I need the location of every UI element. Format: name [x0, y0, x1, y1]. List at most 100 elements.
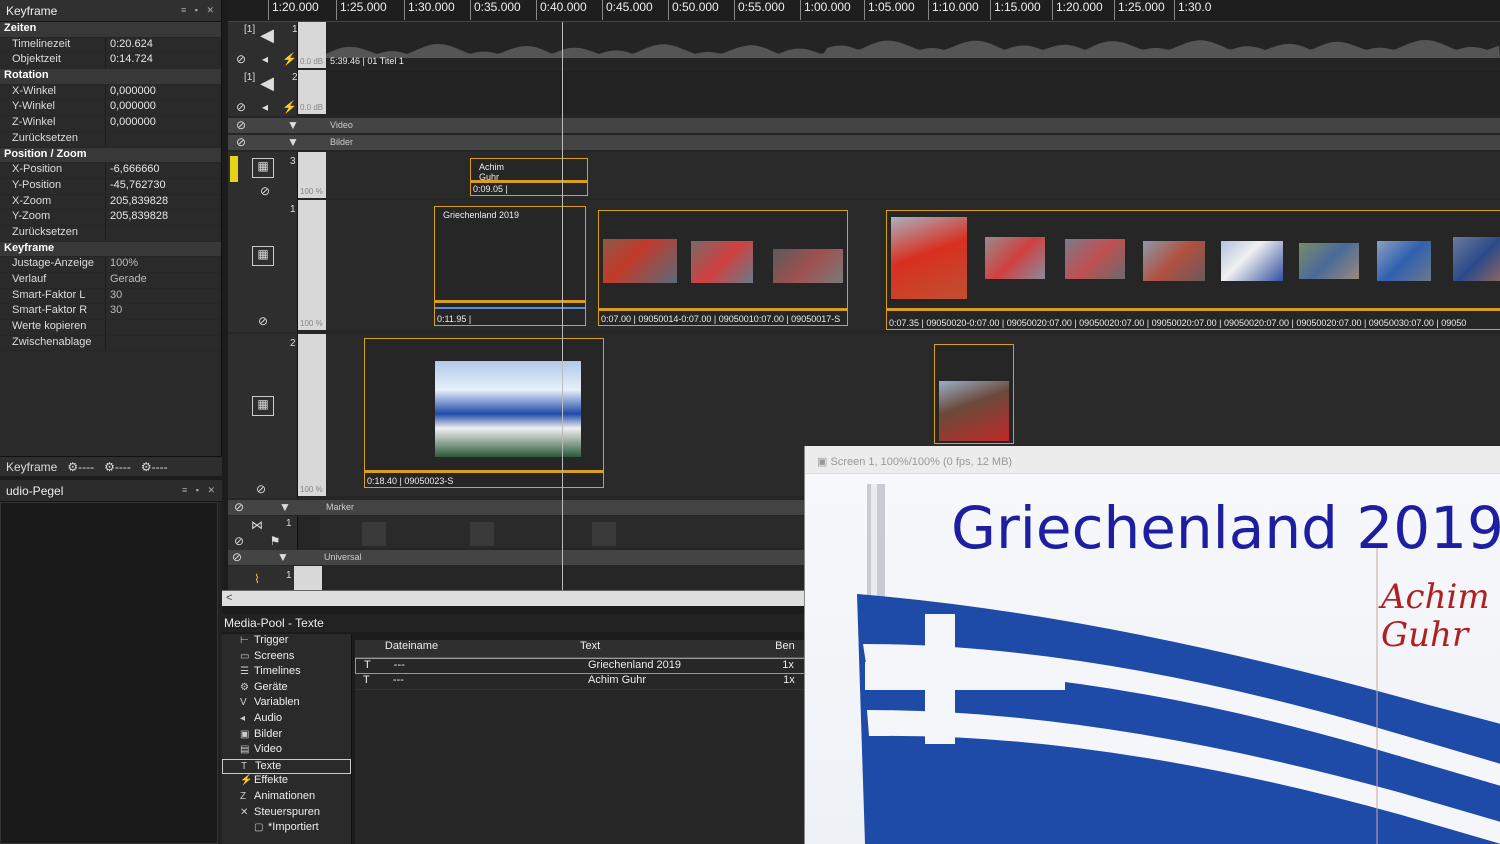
bilder-bar[interactable]: ⊘ ▼ Bilder	[228, 135, 1500, 150]
tree-item-timelines[interactable]: ☰ Timelines	[222, 665, 351, 681]
property-value[interactable]: 30	[106, 289, 122, 304]
preview-author-text[interactable]: Achim Guhr	[1381, 578, 1490, 654]
gear-icon[interactable]: ⚙----	[67, 460, 94, 474]
image-track-2-scale[interactable]: 100 %	[298, 334, 326, 496]
property-row[interactable]: Smart-Faktor L 30	[0, 288, 221, 305]
text-clip-griechenland[interactable]: Griechenland 2019 0:11.95 |	[434, 206, 586, 326]
gear-icon[interactable]: ⚙----	[141, 460, 168, 474]
preview-canvas[interactable]: Griechenland 2019 Achim Guhr	[805, 474, 1500, 844]
collapse-icon[interactable]: ▼	[276, 550, 290, 564]
property-value[interactable]: Gerade	[106, 273, 147, 288]
property-row[interactable]: X-Position -6,666660	[0, 163, 221, 179]
property-value[interactable]	[106, 320, 110, 335]
property-value[interactable]: 0:20.624	[106, 38, 153, 53]
preview-title-text[interactable]: Griechenland 2019	[951, 494, 1500, 562]
panel-window-buttons[interactable]: ≡ ▪ ✕	[181, 5, 217, 16]
tab-keyframe[interactable]: Keyframe	[6, 460, 57, 474]
property-value[interactable]: 205,839828	[106, 210, 168, 225]
mute-icon[interactable]: ⊘	[234, 52, 248, 66]
image-clip-group-b[interactable]: 0:07.35 | 09050020-0:07.00 | 09050020:07…	[886, 210, 1500, 330]
tree-item-effekte[interactable]: ⚡ Effekte	[222, 774, 351, 790]
property-value[interactable]: 205,839828	[106, 195, 168, 210]
tree-item-animationen[interactable]: Z Animationen	[222, 790, 351, 806]
image-clip-group-a[interactable]: 0:07.00 | 09050014-0:07.00 | 09050010:07…	[598, 210, 848, 326]
property-row[interactable]: Timelinezeit 0:20.624	[0, 37, 221, 54]
property-value[interactable]: 0:14.724	[106, 53, 153, 68]
mute-icon[interactable]: ⊘	[232, 500, 246, 514]
tree-item-gerte[interactable]: ⚙ Geräte	[222, 681, 351, 697]
column-filename[interactable]: Dateiname	[385, 640, 580, 657]
property-value[interactable]: -6,666660	[106, 163, 160, 178]
mute-icon[interactable]: ⊘	[234, 118, 248, 132]
audio-lane-1[interactable]: 5:39.46 | 01 Titel 1	[326, 22, 1500, 68]
audio-volume-scale[interactable]: 0.0 dB	[298, 70, 326, 114]
speaker-icon[interactable]: ◀	[260, 26, 274, 44]
property-section[interactable]: Rotation	[0, 69, 221, 85]
marker-icon[interactable]: ⋈	[250, 518, 264, 532]
property-value[interactable]	[106, 132, 110, 147]
property-section[interactable]: Zeiten	[0, 22, 221, 38]
image-lane-1[interactable]: Griechenland 2019 0:11.95 | 0:07.00 | 09…	[326, 200, 1500, 330]
timeline-scrollbar[interactable]: <	[222, 590, 812, 606]
mute-icon[interactable]: ⊘	[258, 184, 272, 198]
playhead[interactable]	[562, 22, 563, 592]
text-clip-achim-guhr[interactable]: Achim Guhr 0:09.05 |	[470, 158, 588, 196]
image-clip-portrait[interactable]	[934, 344, 1014, 444]
property-row[interactable]: Objektzeit 0:14.724	[0, 53, 221, 70]
property-value[interactable]: -45,762730	[106, 179, 166, 194]
property-value[interactable]	[106, 226, 110, 241]
flag-icon[interactable]: ⚑	[268, 534, 282, 548]
tree-item-audio[interactable]: ◂ Audio	[222, 712, 351, 728]
property-row[interactable]: Z-Winkel 0,000000	[0, 116, 221, 132]
mute-icon[interactable]: ⊘	[254, 482, 268, 496]
property-section[interactable]: Position / Zoom	[0, 147, 221, 164]
audio-lane-2[interactable]	[326, 70, 1500, 114]
property-row[interactable]: Zwischenablage	[0, 335, 221, 352]
column-usage[interactable]: Ben	[775, 640, 805, 657]
property-row[interactable]: Smart-Faktor R 30	[0, 304, 221, 321]
curve-icon[interactable]: ⌇	[250, 572, 264, 586]
tree-item-texte[interactable]: T Texte	[222, 758, 351, 775]
image-track-3-scale[interactable]: 100 %	[298, 152, 326, 198]
speaker-icon[interactable]: ◀	[260, 74, 274, 92]
media-pool-row[interactable]: T --- Achim Guhr 1x	[355, 674, 805, 690]
tree-item-video[interactable]: ▤ Video	[222, 743, 351, 759]
property-value[interactable]: 100%	[106, 257, 138, 272]
property-row[interactable]: X-Winkel 0,000000	[0, 84, 221, 101]
property-value[interactable]: 30	[106, 304, 122, 319]
property-value[interactable]: 0,000000	[106, 100, 156, 115]
panel-window-buttons[interactable]: ≡ ▪ ✕	[182, 485, 218, 496]
collapse-icon[interactable]: ▼	[286, 135, 300, 149]
property-value[interactable]	[106, 336, 110, 351]
image-track-icon[interactable]: ▦	[252, 246, 274, 266]
tree-item-bilder[interactable]: ▣ Bilder	[222, 728, 351, 744]
collapse-icon[interactable]: ▼	[286, 118, 300, 132]
marker[interactable]	[592, 522, 616, 546]
property-row[interactable]: Zurücksetzen	[0, 225, 221, 242]
collapse-icon[interactable]: ▼	[278, 500, 292, 514]
property-row[interactable]: Werte kopieren	[0, 320, 221, 336]
speaker-small-icon[interactable]: ◂	[258, 52, 272, 66]
property-value[interactable]: 0,000000	[106, 85, 156, 100]
property-section[interactable]: Keyframe	[0, 241, 221, 258]
preview-window-title[interactable]: ▣ Screen 1, 100%/100% (0 fps, 12 MB)	[805, 446, 1500, 474]
mute-icon[interactable]: ⊘	[230, 550, 244, 564]
property-row[interactable]: X-Zoom 205,839828	[0, 194, 221, 211]
property-row[interactable]: Y-Position -45,762730	[0, 178, 221, 195]
property-row[interactable]: Verlauf Gerade	[0, 273, 221, 289]
tree-item-steuerspuren[interactable]: ✕ Steuerspuren	[222, 806, 351, 822]
property-row[interactable]: Justage-Anzeige 100%	[0, 257, 221, 273]
lightning-icon[interactable]: ⚡	[282, 100, 297, 114]
image-track-icon[interactable]: ▦	[252, 158, 274, 178]
mute-icon[interactable]: ⊘	[234, 135, 248, 149]
mute-icon[interactable]: ⊘	[234, 100, 248, 114]
image-lane-3[interactable]: Achim Guhr 0:09.05 |	[326, 152, 1500, 198]
tree-item-variablen[interactable]: V Variablen	[222, 696, 351, 712]
tree-item-screens[interactable]: ▭ Screens	[222, 650, 351, 666]
property-row[interactable]: Y-Zoom 205,839828	[0, 210, 221, 226]
timeline-ruler[interactable]: 1:20.000 1:25.000 1:30.000 0:35.000 0:40.000…	[228, 0, 1500, 22]
image-track-icon[interactable]: ▦	[252, 396, 274, 416]
property-row[interactable]: Y-Winkel 0,000000	[0, 100, 221, 117]
mute-icon[interactable]: ⊘	[256, 314, 270, 328]
audio-volume-scale[interactable]: 0.0 dB	[298, 22, 326, 68]
